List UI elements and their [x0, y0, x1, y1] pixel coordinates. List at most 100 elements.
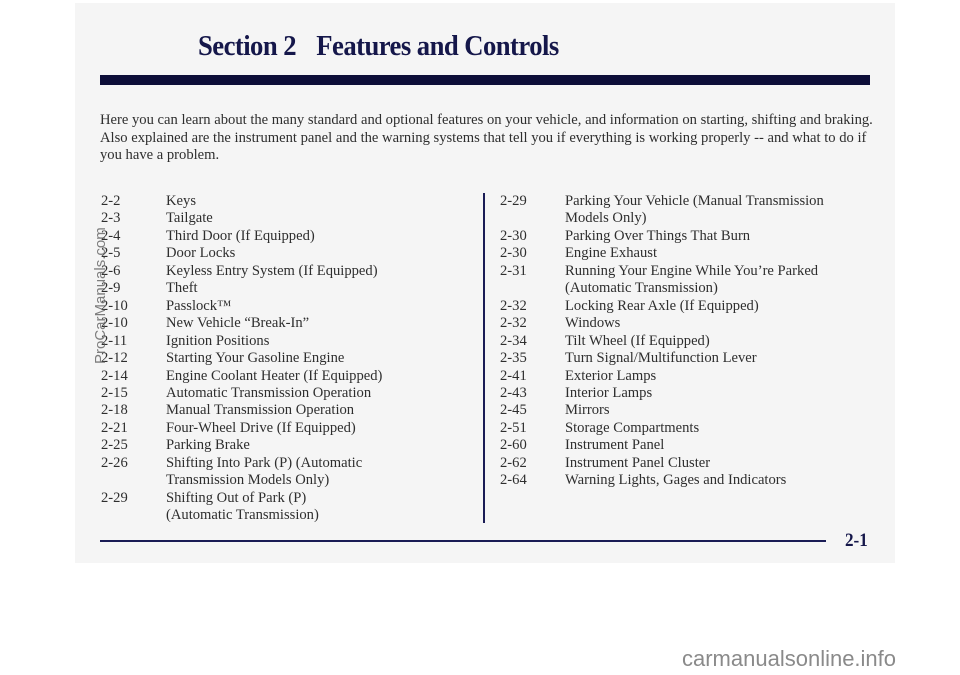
toc-label: Storage Compartments — [565, 419, 700, 436]
toc-entry[interactable]: 2-64 Warning Lights, Gages and Indicators — [500, 472, 865, 489]
toc-entry[interactable]: 2-32 Locking Rear Axle (If Equipped) — [500, 298, 865, 315]
toc-entry[interactable]: 2-11 Ignition Positions — [101, 333, 466, 350]
toc-page: 2-29 — [101, 489, 128, 506]
toc-page: 2-41 — [500, 367, 527, 384]
toc-entry[interactable]: 2-60 Instrument Panel — [500, 437, 865, 454]
toc-page: 2-62 — [500, 454, 527, 471]
toc-label: Engine Coolant Heater (If Equipped) — [166, 367, 383, 384]
toc-page: 2-60 — [500, 437, 527, 454]
toc-page: 2-10 — [101, 315, 128, 332]
toc-label: Automatic Transmission Operation — [166, 384, 372, 401]
toc-page: 2-2 — [101, 193, 121, 209]
toc-label: Running Your Engine While You’re Parked … — [565, 262, 819, 297]
toc-label: Instrument Panel — [565, 437, 665, 454]
toc-label: Shifting Out of Park (P) (Automatic Tran… — [166, 489, 319, 524]
toc-entry[interactable]: 2-9 Theft — [101, 280, 466, 297]
toc-page: 2-14 — [101, 367, 128, 384]
toc-label: Shifting Into Park (P) (Automatic Transm… — [166, 454, 363, 489]
page-title: Section 2 Features and Controls — [198, 30, 559, 63]
toc-entry[interactable]: 2-30 Parking Over Things That Burn — [500, 228, 865, 245]
toc-entry[interactable]: 2-25 Parking Brake — [101, 437, 466, 454]
toc-page: 2-26 — [101, 454, 128, 471]
toc-entry[interactable]: 2-26 Shifting Into Park (P) (Automatic Tr… — [101, 455, 466, 490]
toc-label: Turn Signal/Multifunction Lever — [565, 350, 757, 367]
toc-page: 2-35 — [500, 350, 527, 367]
toc-entry[interactable]: 2-18 Manual Transmission Operation — [101, 402, 466, 419]
toc-label: Parking Brake — [166, 437, 250, 454]
toc-label: New Vehicle “Break-In” — [166, 315, 310, 332]
toc-page: 2-4 — [101, 227, 121, 244]
toc-page: 2-18 — [101, 402, 128, 419]
toc-entry[interactable]: 2-45 Mirrors — [500, 402, 865, 419]
toc-entry[interactable]: 2-5 Door Locks — [101, 245, 466, 262]
toc-label: Ignition Positions — [166, 332, 270, 349]
toc-page: 2-43 — [500, 384, 527, 401]
toc-left-column: 2-2 Keys 2-3 Tailgate 2-4 Third Door (If Eq… — [101, 193, 466, 525]
toc-entry[interactable]: 2-32 Windows — [500, 315, 865, 332]
toc-entry[interactable]: 2-34 Tilt Wheel (If Equipped) — [500, 333, 865, 350]
toc-entry[interactable]: 2-14 Engine Coolant Heater (If Equipped) — [101, 368, 466, 385]
section-title: Features and Controls — [316, 30, 559, 62]
toc-right-column: 2-29 Parking Your Vehicle (Manual Transmi… — [500, 193, 865, 490]
toc-page: 2-30 — [500, 227, 527, 244]
toc-entry[interactable]: 2-6 Keyless Entry System (If Equipped) — [101, 263, 466, 280]
toc-page: 2-25 — [101, 437, 128, 454]
manual-page: Section 2 Features and Controls Here you … — [75, 3, 895, 563]
toc-label: Four-Wheel Drive (If Equipped) — [166, 419, 356, 436]
toc-label: Instrument Panel Cluster — [565, 454, 711, 471]
toc-page: 2-5 — [101, 245, 121, 262]
toc-label: Parking Over Things That Burn — [565, 227, 751, 244]
toc-entry[interactable]: 2-12 Starting Your Gasoline Engine — [101, 350, 466, 367]
section-number: Section 2 — [198, 30, 297, 62]
toc-label: Tilt Wheel (If Equipped) — [565, 332, 710, 349]
toc-page: 2-9 — [101, 280, 121, 297]
toc-page: 2-10 — [101, 297, 128, 314]
toc-entry[interactable]: 2-51 Storage Compartments — [500, 420, 865, 437]
toc-page: 2-30 — [500, 245, 527, 262]
toc-label: Windows — [565, 315, 621, 332]
toc-page: 2-11 — [101, 332, 128, 349]
toc-entry[interactable]: 2-35 Turn Signal/Multifunction Lever — [500, 350, 865, 367]
toc-label: Starting Your Gasoline Engine — [166, 350, 345, 367]
toc-label: Engine Exhaust — [565, 245, 658, 262]
toc-entry[interactable]: 2-10 Passlock™ — [101, 298, 466, 315]
toc-entry[interactable]: 2-3 Tailgate — [101, 210, 466, 227]
toc-page: 2-3 — [101, 210, 121, 227]
toc-label: Door Locks — [166, 245, 236, 262]
page-number: 2-1 — [845, 530, 868, 551]
toc-entry[interactable]: 2-2 Keys — [101, 193, 466, 210]
toc-entry[interactable]: 2-62 Instrument Panel Cluster — [500, 455, 865, 472]
column-divider — [483, 193, 485, 523]
toc-label: Warning Lights, Gages and Indicators — [565, 472, 787, 489]
watermark-vertical: ProCarManuals.com — [92, 227, 109, 364]
toc-page: 2-34 — [500, 332, 527, 349]
toc-page: 2-64 — [500, 472, 527, 489]
toc-page: 2-29 — [500, 193, 527, 209]
toc-page: 2-45 — [500, 402, 527, 419]
toc-entry[interactable]: 2-29 Shifting Out of Park (P) (Automatic … — [101, 490, 466, 525]
intro-paragraph: Here you can learn about the many standa… — [100, 112, 873, 163]
toc-entry[interactable]: 2-43 Interior Lamps — [500, 385, 865, 402]
toc-page: 2-31 — [500, 262, 527, 279]
toc-entry[interactable]: 2-31 Running Your Engine While You’re Par… — [500, 263, 865, 298]
toc-label: Mirrors — [565, 402, 610, 419]
toc-entry[interactable]: 2-21 Four-Wheel Drive (If Equipped) — [101, 420, 466, 437]
header-rule — [100, 75, 870, 85]
toc-page: 2-51 — [500, 419, 527, 436]
toc-page: 2-21 — [101, 419, 128, 436]
watermark-site[interactable]: carmanualsonline.info — [682, 646, 896, 672]
toc-page: 2-12 — [101, 350, 128, 367]
toc-entry[interactable]: 2-30 Engine Exhaust — [500, 245, 865, 262]
toc-label: Parking Your Vehicle (Manual Transmissio… — [565, 193, 824, 227]
toc-entry[interactable]: 2-41 Exterior Lamps — [500, 368, 865, 385]
toc-label: Passlock™ — [166, 297, 232, 314]
toc-page: 2-32 — [500, 297, 527, 314]
toc-entry[interactable]: 2-29 Parking Your Vehicle (Manual Transmi… — [500, 193, 865, 228]
toc-entry[interactable]: 2-4 Third Door (If Equipped) — [101, 228, 466, 245]
toc-label: Theft — [166, 280, 198, 297]
toc-entry[interactable]: 2-15 Automatic Transmission Operation — [101, 385, 466, 402]
toc-label: Manual Transmission Operation — [166, 402, 355, 419]
toc-entry[interactable]: 2-10 New Vehicle “Break-In” — [101, 315, 466, 332]
toc-label: Exterior Lamps — [565, 367, 657, 384]
toc-page: 2-32 — [500, 315, 527, 332]
